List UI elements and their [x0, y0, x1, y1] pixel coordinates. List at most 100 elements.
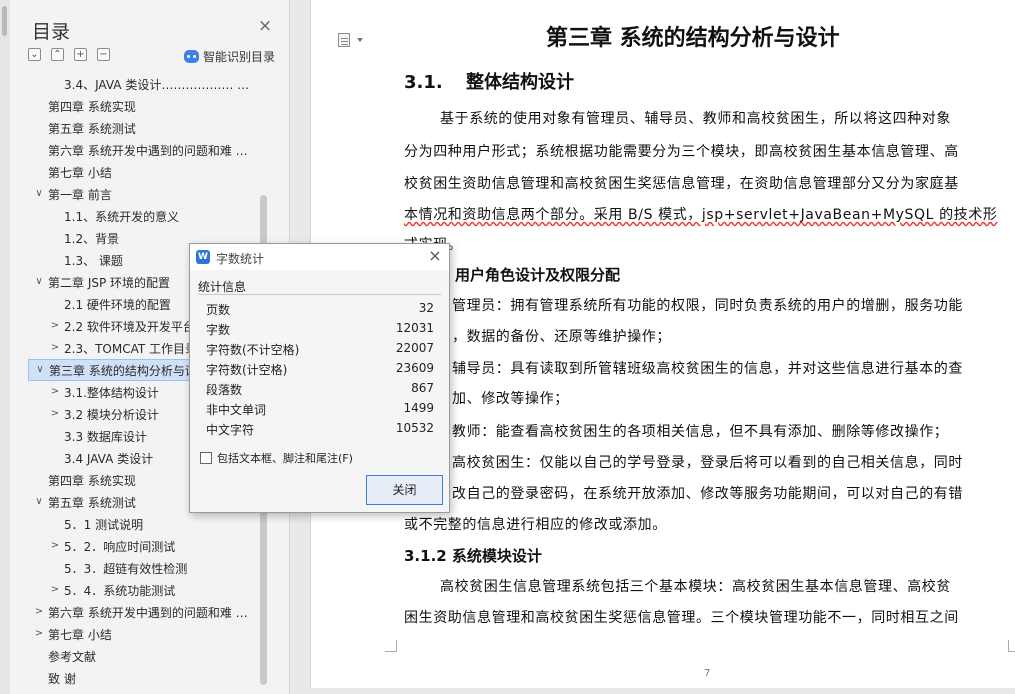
stat-value: 1499	[403, 401, 434, 415]
outline-item-label: 第四章 系统实现	[48, 473, 136, 488]
stat-label: 中文字符	[206, 423, 255, 437]
chevron-right-icon[interactable]: >	[34, 607, 44, 617]
outline-item[interactable]: 第五章 系统测试	[28, 117, 274, 139]
outline-item-label: 2.3、TOMCAT 工作目录	[64, 341, 198, 356]
subheading-roles: 用户角色设计及权限分配	[455, 266, 621, 284]
outline-item-label: 第三章 系统的结构分析与设计	[49, 363, 209, 378]
smart-toc-label: 智能识别目录	[203, 49, 276, 64]
outline-item-label: 3.4、JAVA 类设计……………… …	[64, 77, 250, 92]
checkbox-label: 包括文本框、脚注和尾注(F)	[217, 452, 353, 465]
stat-row: 字符数(计空格) 23609	[206, 361, 434, 379]
outline-item-label: 5．3．超链有效性检测	[64, 561, 188, 576]
para-line: 高校贫困生：仅能以自己的学号登录，登录后将可以看到的自己相关信息，同时	[452, 455, 963, 471]
checkbox-icon[interactable]	[200, 452, 212, 464]
para-line: 本情况和资助信息两个部分。采用 B/S 模式，jsp+servlet+JavaB…	[404, 207, 998, 223]
outline-item-label: 5．4．系统功能测试	[64, 583, 176, 598]
stat-row: 字数 12031	[206, 321, 434, 339]
chevron-right-icon[interactable]: >	[50, 409, 60, 419]
outline-item-label: 第四章 系统实现	[48, 99, 136, 114]
page-number: 7	[704, 668, 711, 679]
word-count-dialog: W 字数统计 × 统计信息 页数 32 字数 12031 字符数(不计空格) 2200…	[189, 243, 450, 513]
outline-item-label: 5．2．响应时间测试	[64, 539, 176, 554]
para-line: 改自己的登录密码，在系统开放添加、修改等服务功能期间，可以对自己的有错	[452, 486, 963, 502]
wps-app-icon: W	[196, 250, 210, 264]
outline-item-label: 1.2、背景	[64, 231, 120, 246]
outline-item[interactable]: >5．2．响应时间测试	[28, 535, 274, 557]
stat-value: 23609	[395, 361, 434, 375]
outline-item[interactable]: 1.1、系统开发的意义	[28, 205, 274, 227]
outline-item-label: 第二章 JSP 环境的配置	[48, 275, 171, 290]
outline-item[interactable]: 第七章 小结	[28, 161, 274, 183]
outline-item[interactable]: ∨ 第一章 前言	[28, 183, 274, 205]
outline-item[interactable]: > 第六章 系统开发中遇到的问题和难 …	[28, 601, 274, 623]
page-icon[interactable]	[338, 33, 350, 47]
stat-row: 非中文单词 1499	[206, 401, 434, 419]
outline-item[interactable]: > 第七章 小结	[28, 623, 274, 645]
stat-label: 非中文单词	[206, 403, 267, 417]
stat-value: 12031	[395, 321, 434, 335]
para-line: 管理员：拥有管理系统所有功能的权限，同时负责系统的用户的增删，服务功能	[452, 298, 963, 314]
dialog-titlebar[interactable]: W 字数统计 ×	[190, 244, 449, 270]
outline-item-label: 第五章 系统测试	[48, 121, 136, 136]
outline-item-label: 3.2 模块分析设计	[64, 407, 159, 422]
stat-label: 段落数	[206, 383, 243, 397]
para-line: 基于系统的使用对象有管理员、辅导员、教师和高校贫困生，所以将这四种对象	[440, 111, 951, 127]
stats-group-label: 统计信息	[198, 280, 247, 294]
stat-value: 32	[418, 301, 434, 315]
outline-item[interactable]: 3.4、JAVA 类设计……………… …	[28, 73, 274, 95]
stat-row: 中文字符 10532	[206, 421, 434, 439]
outline-item[interactable]: 5．3．超链有效性检测	[28, 557, 274, 579]
chevron-down-icon[interactable]: ∨	[35, 365, 45, 375]
stat-label: 字符数(不计空格)	[206, 343, 300, 357]
outline-item-label: 第七章 小结	[48, 165, 112, 180]
outline-item[interactable]: >5．4．系统功能测试	[28, 579, 274, 601]
outline-item-label: 3.1.整体结构设计	[64, 385, 159, 400]
collapse-all-icon[interactable]: ⌄	[28, 48, 41, 61]
divider	[198, 294, 441, 295]
outline-item-label: 第一章 前言	[48, 187, 112, 202]
chevron-right-icon[interactable]: >	[50, 321, 60, 331]
add-heading-icon[interactable]: +	[74, 48, 87, 61]
expand-up-icon[interactable]: ⌃	[51, 48, 64, 61]
outline-item[interactable]: 第四章 系统实现	[28, 95, 274, 117]
left-scroll-thumb[interactable]	[2, 6, 7, 36]
section-number: 3.1.	[404, 72, 443, 93]
outline-item-label: 3.4 JAVA 类设计	[64, 451, 154, 466]
chevron-down-icon[interactable]: ∨	[34, 497, 44, 507]
include-textbox-checkbox[interactable]: 包括文本框、脚注和尾注(F)	[200, 450, 353, 466]
close-icon[interactable]: ×	[427, 248, 443, 264]
stat-value: 867	[411, 381, 434, 395]
para-line: 分为四种用户形式；系统根据功能需要分为三个模块，即高校贫困生基本信息管理、高	[404, 144, 959, 160]
chevron-down-icon[interactable]	[357, 38, 363, 42]
chevron-down-icon[interactable]: ∨	[34, 189, 44, 199]
para-line: 高校贫困生信息管理系统包括三个基本模块：高校贫困生基本信息管理、高校贫	[440, 579, 951, 595]
dialog-title: 字数统计	[216, 252, 265, 266]
left-scroll-strip[interactable]	[0, 0, 10, 694]
outline-item[interactable]: 5．1 测试说明	[28, 513, 274, 535]
outline-item-label: 致 谢	[48, 671, 76, 686]
stat-value: 10532	[395, 421, 434, 435]
para-line: 或不完整的信息进行相应的修改或添加。	[404, 517, 667, 533]
stat-label: 字符数(计空格)	[206, 363, 288, 377]
stat-row: 段落数 867	[206, 381, 434, 399]
chevron-right-icon[interactable]: >	[50, 387, 60, 397]
close-icon[interactable]: ×	[257, 18, 273, 35]
outline-item-label: 1.1、系统开发的意义	[64, 209, 180, 224]
crop-mark	[1008, 640, 1015, 652]
chevron-right-icon[interactable]: >	[50, 343, 60, 353]
outline-item[interactable]: 致 谢	[28, 667, 274, 689]
subheading-modules: 3.1.2 系统模块设计	[404, 547, 542, 565]
remove-heading-icon[interactable]: −	[97, 48, 110, 61]
chevron-right-icon[interactable]: >	[34, 629, 44, 639]
outline-item[interactable]: 第六章 系统开发中遇到的问题和难 …	[28, 139, 274, 161]
chevron-down-icon[interactable]: ∨	[34, 277, 44, 287]
stat-label: 页数	[206, 303, 231, 317]
chevron-right-icon[interactable]: >	[50, 585, 60, 595]
para-line: 校贫困生资助信息管理和高校贫困生奖惩信息管理，在资助信息管理部分又分为家庭基	[404, 176, 959, 192]
chevron-right-icon[interactable]: >	[50, 541, 60, 551]
outline-item[interactable]: 参考文献	[28, 645, 274, 667]
smart-toc-button[interactable]: 智能识别目录	[184, 47, 275, 65]
crop-mark	[385, 640, 397, 652]
close-button[interactable]: 关闭	[366, 475, 443, 505]
stat-label: 字数	[206, 323, 231, 337]
